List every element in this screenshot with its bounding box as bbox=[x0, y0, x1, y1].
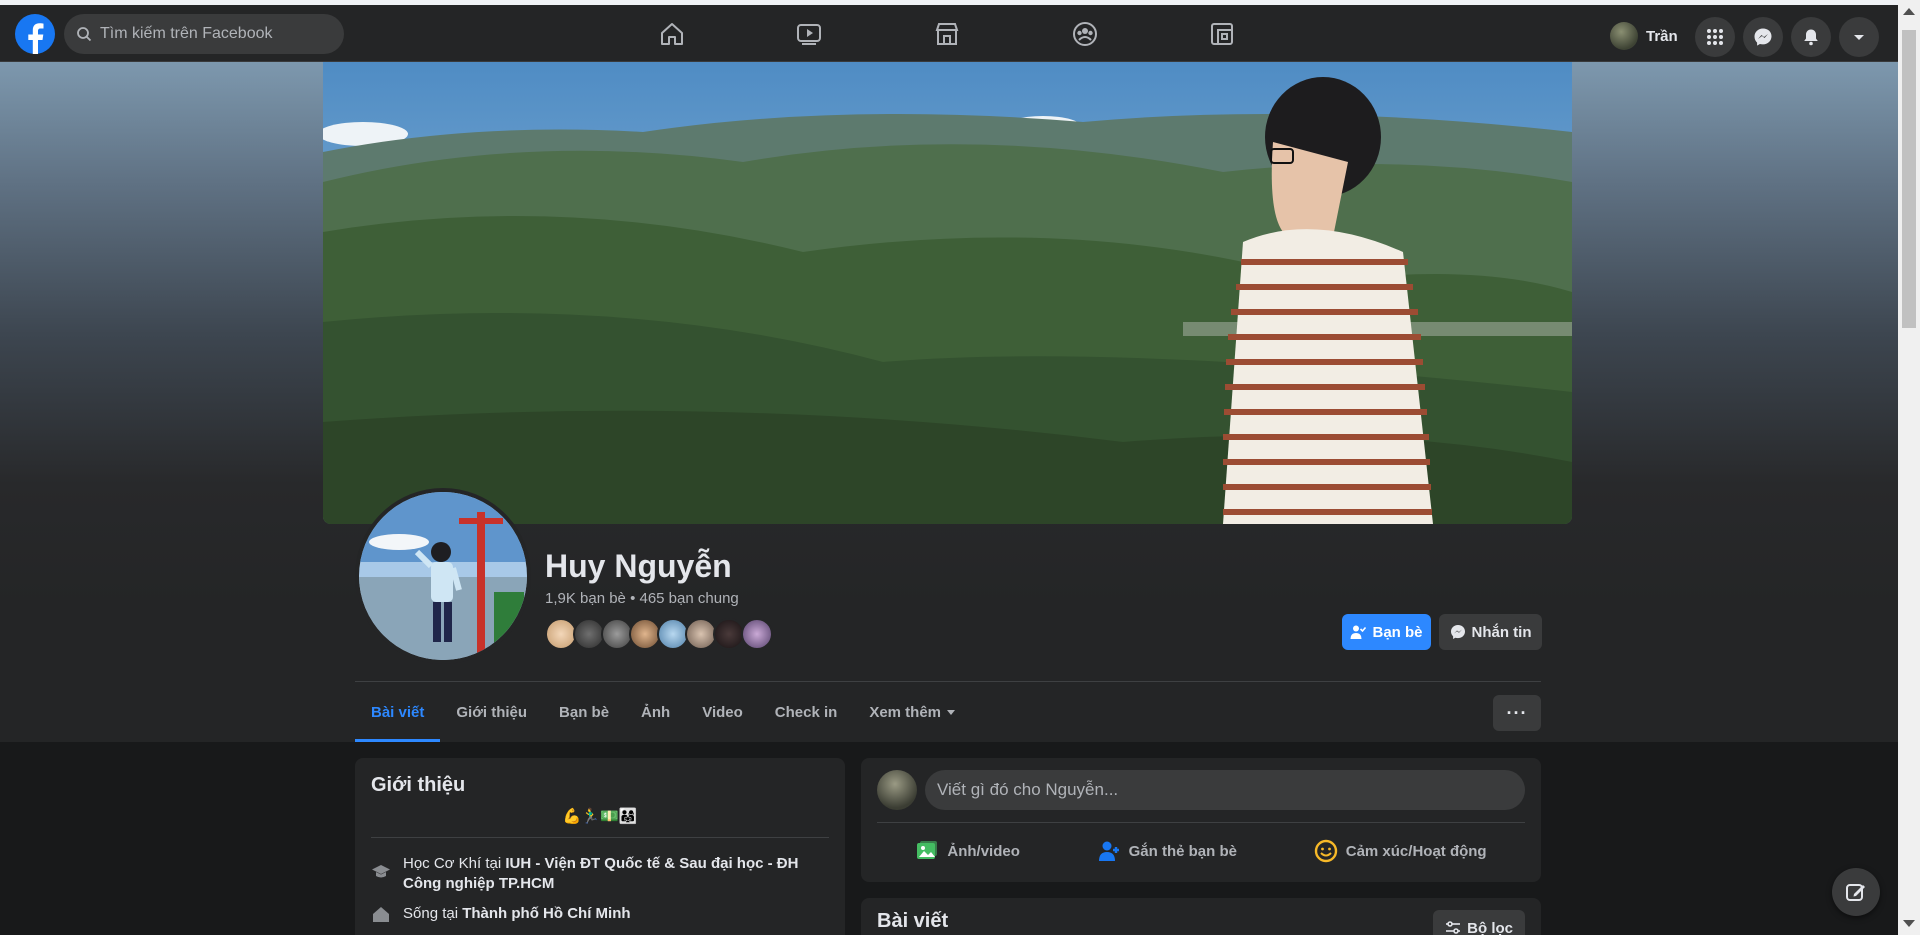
mutual-friends-avatars bbox=[545, 618, 773, 650]
messenger-button[interactable] bbox=[1743, 17, 1783, 57]
tab-videos[interactable]: Video bbox=[686, 682, 759, 742]
smiley-icon bbox=[1314, 839, 1337, 863]
profile-picture[interactable] bbox=[355, 488, 531, 664]
message-button-label: Nhắn tin bbox=[1471, 623, 1532, 641]
avatar bbox=[1610, 22, 1638, 50]
avatar[interactable] bbox=[741, 618, 773, 650]
photo-icon bbox=[917, 841, 938, 859]
tab-about[interactable]: Giới thiệu bbox=[440, 682, 543, 742]
scroll-up-arrow-icon[interactable] bbox=[1903, 8, 1915, 15]
tag-friends-button[interactable]: Gắn thẻ bạn bè bbox=[1097, 831, 1237, 871]
posts-title: Bài viết bbox=[877, 910, 949, 932]
search-icon bbox=[77, 27, 92, 42]
profile-name: Huy Nguyễn bbox=[545, 548, 732, 584]
friends-button-label: Bạn bè bbox=[1372, 623, 1423, 641]
search-input[interactable] bbox=[100, 25, 330, 43]
intro-title: Giới thiệu bbox=[371, 774, 466, 796]
tab-check-ins[interactable]: Check in bbox=[759, 682, 854, 742]
friend-check-icon bbox=[1350, 625, 1367, 639]
marketplace-icon bbox=[935, 23, 959, 45]
new-message-button[interactable] bbox=[1832, 868, 1880, 916]
account-name: Trần bbox=[1646, 27, 1678, 45]
feeling-activity-button[interactable]: Cảm xúc/Hoạt động bbox=[1314, 831, 1487, 871]
nav-gaming[interactable] bbox=[1167, 10, 1277, 58]
intro-divider bbox=[371, 837, 829, 838]
filter-icon bbox=[1446, 921, 1461, 934]
ellipsis-icon: ··· bbox=[1506, 702, 1528, 723]
graduation-cap-icon bbox=[372, 865, 390, 878]
nav-groups[interactable] bbox=[1030, 10, 1140, 58]
tab-photos[interactable]: Ảnh bbox=[625, 682, 686, 742]
more-options-button[interactable]: ··· bbox=[1493, 695, 1541, 731]
account-profile-chip[interactable]: Trần bbox=[1610, 18, 1678, 54]
top-navigation-bar: Trần bbox=[0, 0, 1898, 62]
caret-down-icon bbox=[947, 709, 956, 715]
intro-card: Giới thiệu 💪🏃‍♂️💵👨‍👩‍👧 Học Cơ Khí tại IU… bbox=[355, 758, 845, 935]
city-link[interactable]: Thành phố Hồ Chí Minh bbox=[462, 905, 630, 922]
message-button[interactable]: Nhắn tin bbox=[1439, 614, 1542, 650]
lives-in-row: Sống tại Thành phố Hồ Chí Minh bbox=[371, 904, 829, 924]
nav-marketplace[interactable] bbox=[892, 10, 1002, 58]
tab-friends[interactable]: Bạn bè bbox=[543, 682, 625, 742]
home-icon bbox=[373, 907, 389, 922]
filter-button[interactable]: Bộ lọc bbox=[1433, 910, 1525, 935]
intro-bio: 💪🏃‍♂️💵👨‍👩‍👧 bbox=[562, 808, 638, 825]
composer-input[interactable]: Viết gì đó cho Nguyễn... bbox=[925, 770, 1525, 810]
menu-button[interactable] bbox=[1695, 17, 1735, 57]
profile-tabs: Bài viết Giới thiệu Bạn bè Ảnh Video Che… bbox=[355, 682, 971, 742]
avatar[interactable] bbox=[877, 770, 917, 810]
cover-photo[interactable] bbox=[323, 62, 1572, 524]
messenger-icon bbox=[1450, 625, 1465, 639]
gaming-icon bbox=[1211, 23, 1233, 45]
scrollbar-thumb[interactable] bbox=[1902, 30, 1916, 328]
home-icon bbox=[661, 23, 683, 45]
education-row: Học Cơ Khí tại IUH - Viện ĐT Quốc tế & S… bbox=[371, 854, 829, 894]
posts-card: Bài viết Bộ lọc bbox=[861, 898, 1541, 935]
composer-divider bbox=[877, 822, 1525, 823]
watch-icon bbox=[797, 24, 821, 45]
compose-icon bbox=[1846, 884, 1865, 901]
nav-home[interactable] bbox=[617, 10, 727, 58]
post-composer: Viết gì đó cho Nguyễn... Ảnh/video Gắn t… bbox=[861, 758, 1541, 882]
grid-menu-icon bbox=[1707, 29, 1723, 45]
nav-watch[interactable] bbox=[754, 10, 864, 58]
notifications-button[interactable] bbox=[1791, 17, 1831, 57]
page-scrollbar[interactable] bbox=[1898, 0, 1920, 935]
friends-count[interactable]: 1,9K bạn bè • 465 bạn chung bbox=[545, 590, 739, 607]
account-menu-button[interactable] bbox=[1839, 17, 1879, 57]
photo-video-button[interactable]: Ảnh/video bbox=[915, 831, 1020, 871]
bell-icon bbox=[1804, 29, 1818, 46]
groups-icon bbox=[1073, 22, 1097, 46]
tab-posts[interactable]: Bài viết bbox=[355, 682, 441, 742]
facebook-logo-icon[interactable] bbox=[15, 14, 55, 54]
chevron-down-icon bbox=[1854, 35, 1864, 40]
scroll-down-arrow-icon[interactable] bbox=[1903, 920, 1915, 927]
friends-button[interactable]: Bạn bè bbox=[1342, 614, 1431, 650]
messenger-icon bbox=[1754, 28, 1772, 46]
search-bar[interactable] bbox=[64, 14, 344, 54]
tab-more[interactable]: Xem thêm bbox=[853, 682, 971, 742]
tag-friend-icon bbox=[1098, 841, 1119, 861]
